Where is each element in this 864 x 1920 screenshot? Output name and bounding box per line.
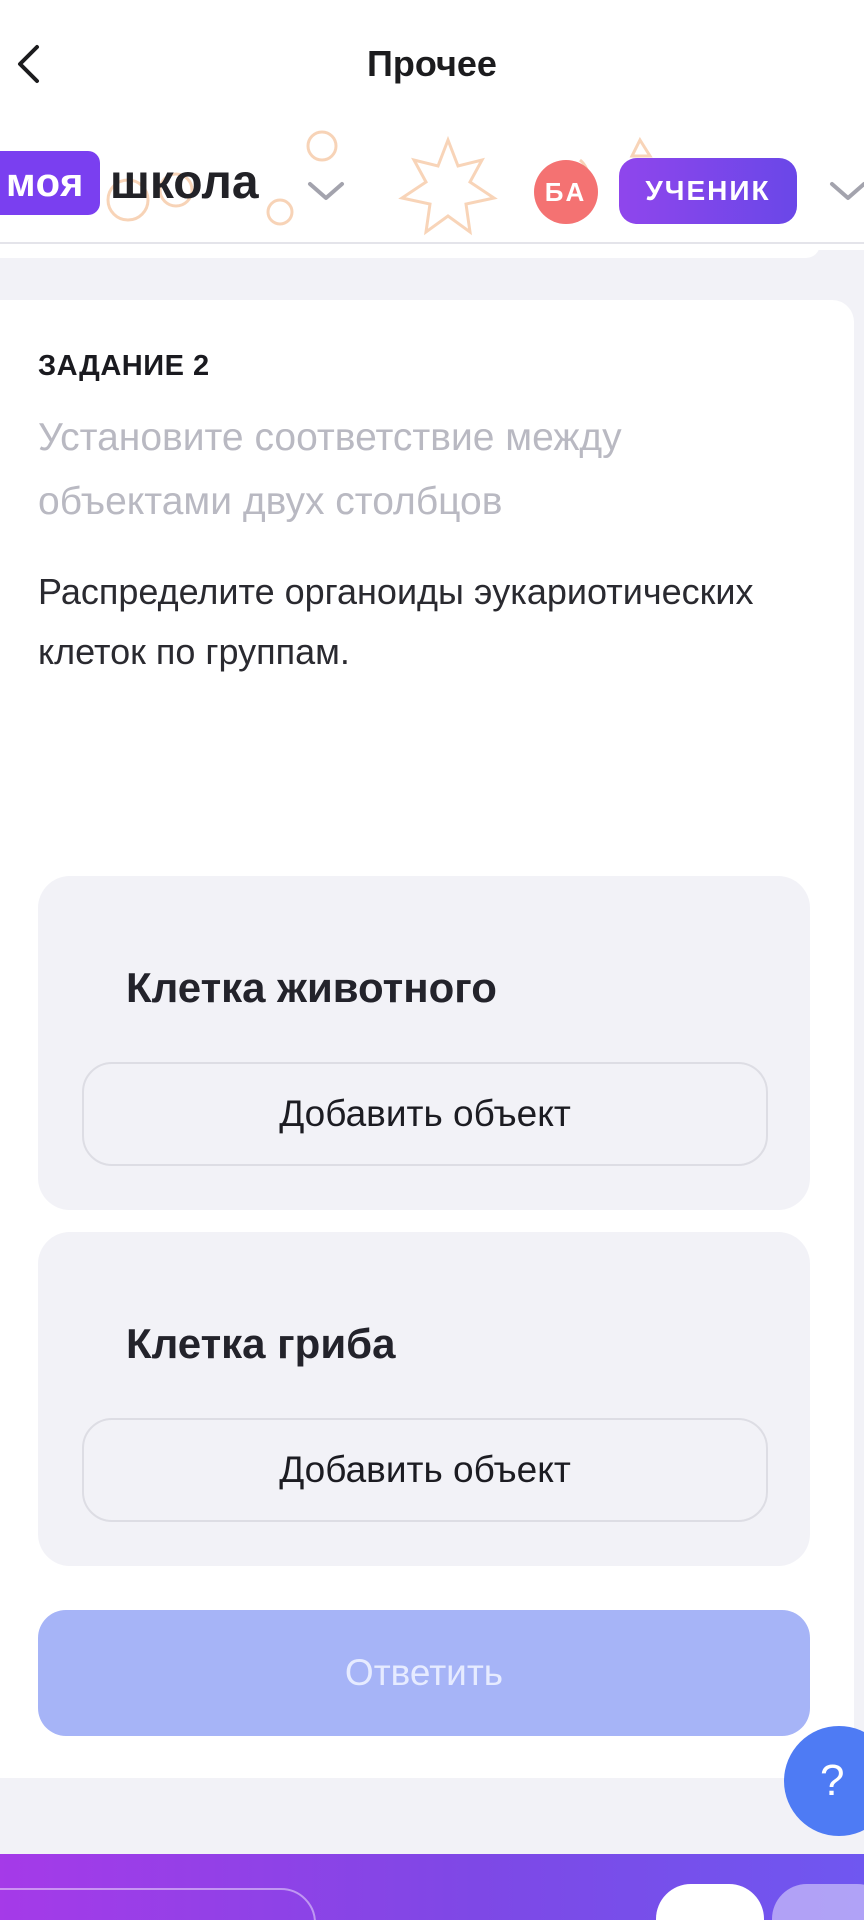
page-title: Прочее xyxy=(367,43,497,84)
task-subtitle: Установите соответствие между объектами … xyxy=(38,416,622,523)
group-fungus-cell: Клетка гриба Добавить объект xyxy=(38,1232,810,1566)
chevron-down-icon[interactable] xyxy=(828,178,864,204)
add-object-button[interactable]: Добавить объект xyxy=(82,1418,768,1522)
nav-pill[interactable] xyxy=(656,1884,764,1920)
logo-badge: моя xyxy=(0,151,100,215)
nav-pill[interactable] xyxy=(772,1884,864,1920)
logo-text: школа xyxy=(109,156,259,209)
school-selector[interactable]: моя школа xyxy=(0,150,259,216)
answer-button[interactable]: Ответить xyxy=(38,1610,810,1736)
chevron-down-icon[interactable] xyxy=(306,178,346,204)
top-bar: Прочее моя школа БА УЧЕНИК xyxy=(0,0,864,250)
previous-card-edge xyxy=(0,244,820,258)
add-object-button[interactable]: Добавить объект xyxy=(82,1062,768,1166)
group-title: Клетка гриба xyxy=(126,1320,396,1367)
group-animal-cell: Клетка животного Добавить объект xyxy=(38,876,810,1210)
task-text: Распределите органоиды эукариотических к… xyxy=(38,571,754,672)
nav-pill[interactable] xyxy=(0,1888,316,1920)
group-title: Клетка животного xyxy=(126,964,497,1011)
avatar[interactable]: БА xyxy=(534,160,598,224)
role-badge[interactable]: УЧЕНИК xyxy=(619,158,797,224)
bottom-navigation xyxy=(0,1854,864,1920)
task-number: ЗАДАНИЕ 2 xyxy=(38,350,210,382)
